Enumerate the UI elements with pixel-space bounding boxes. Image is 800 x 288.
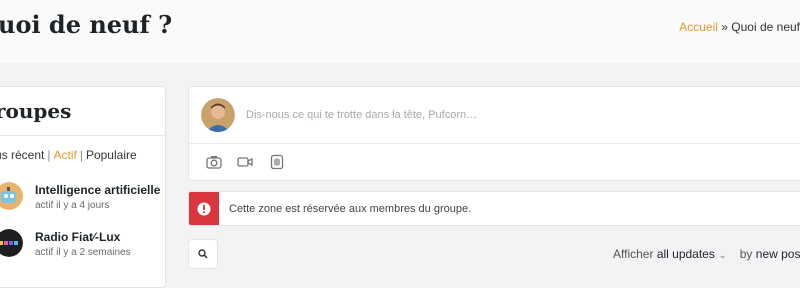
show-filter-dropdown[interactable]: Afficher all updates ⌄ xyxy=(613,247,730,261)
radio-logo-icon[interactable] xyxy=(0,229,23,257)
notice-text: Cette zone est réservée aux membres du g… xyxy=(229,203,472,215)
breadcrumb-home-link[interactable]: Accueil xyxy=(679,20,718,34)
sort-value: new posts xyxy=(755,247,800,261)
chevron-down-icon: ⌄ xyxy=(718,250,727,260)
group-name[interactable]: Intelligence artificielle xyxy=(35,183,160,197)
groups-widget-title: roupes xyxy=(0,99,72,123)
page-header: uoi de neuf ? Accueil » Quoi de neuf xyxy=(0,0,800,63)
page-title: uoi de neuf ? xyxy=(0,10,173,39)
sort-label: by xyxy=(739,247,753,261)
filter-separator: | xyxy=(47,148,51,162)
user-avatar[interactable] xyxy=(201,98,235,132)
group-activity: actif il y a 2 semaines xyxy=(35,247,131,258)
alert-icon xyxy=(189,192,219,225)
groups-widget: roupes us récent|Actif|Populaire Intelli… xyxy=(0,86,166,288)
group-item-ai[interactable]: Intelligence artificielle actif il y a 4… xyxy=(0,182,167,222)
breadcrumb-separator: » xyxy=(717,20,732,34)
filter-recent[interactable]: us récent xyxy=(0,148,44,162)
show-filter-label: Afficher xyxy=(613,247,654,261)
groups-widget-divider xyxy=(0,135,165,136)
filter-popular[interactable]: Populaire xyxy=(86,148,137,162)
filter-separator: | xyxy=(79,148,83,162)
filter-active[interactable]: Actif xyxy=(53,148,76,162)
members-only-notice: Cette zone est réservée aux membres du g… xyxy=(188,191,800,226)
feed-search-button[interactable] xyxy=(188,239,218,269)
video-icon[interactable] xyxy=(236,153,254,171)
post-composer: Dis-nous ce qui te trotte dans la tête, … xyxy=(188,86,800,181)
camera-icon[interactable] xyxy=(205,153,223,171)
group-activity: actif il y a 4 jours xyxy=(35,200,110,211)
composer-divider xyxy=(189,143,800,144)
breadcrumb-current: Quoi de neuf xyxy=(731,20,800,34)
feed-filter-controls: Afficher all updates⌄ by new posts⌄ xyxy=(613,247,800,261)
group-name[interactable]: Radio Fiat⁄-Lux xyxy=(35,230,120,244)
groups-filter-tabs: us récent|Actif|Populaire xyxy=(0,148,137,162)
show-filter-value: all updates xyxy=(656,247,715,261)
sort-dropdown[interactable]: by new posts⌄ xyxy=(740,247,800,261)
composer-input[interactable]: Dis-nous ce qui te trotte dans la tête, … xyxy=(246,109,477,121)
robot-avatar-icon[interactable] xyxy=(0,182,23,210)
search-icon xyxy=(198,249,208,259)
breadcrumb: Accueil » Quoi de neuf xyxy=(679,20,800,34)
group-item-radio[interactable]: Radio Fiat⁄-Lux actif il y a 2 semaines xyxy=(0,229,167,269)
attachment-icon[interactable] xyxy=(268,153,286,171)
